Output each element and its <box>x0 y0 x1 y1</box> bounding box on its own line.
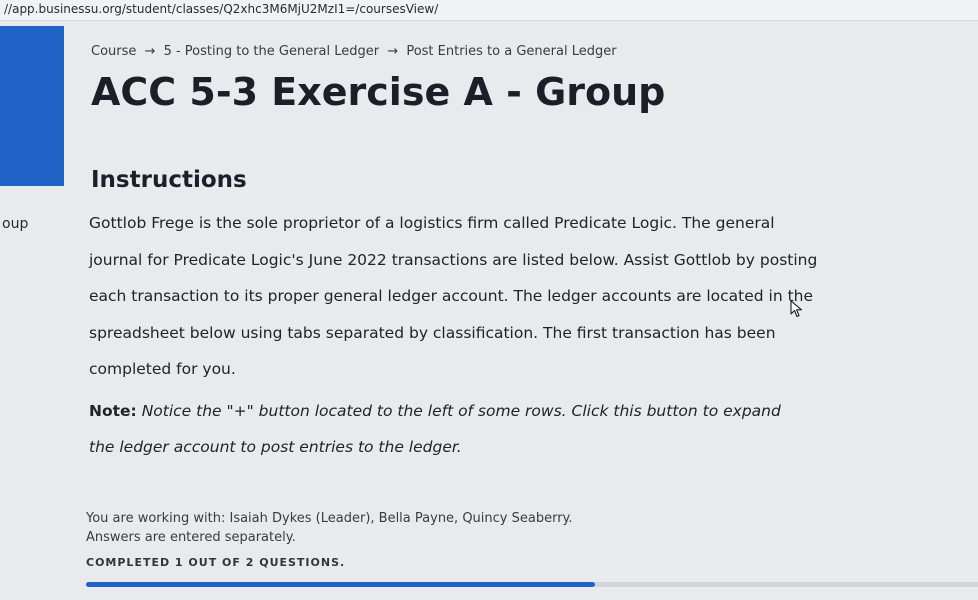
sidebar-active-item[interactable] <box>0 26 64 186</box>
note-label: Note: <box>89 402 137 420</box>
instructions-heading: Instructions <box>91 167 247 193</box>
group-info: You are working with: Isaiah Dykes (Lead… <box>86 509 573 547</box>
breadcrumb-separator: → <box>144 44 156 59</box>
breadcrumb-item-lesson[interactable]: Post Entries to a General Ledger <box>406 44 616 59</box>
mouse-cursor-icon <box>790 300 803 318</box>
breadcrumb-separator: → <box>387 44 399 59</box>
group-members: You are working with: Isaiah Dykes (Lead… <box>86 511 573 526</box>
progress-bar-fill <box>86 582 595 587</box>
page-title: ACC 5-3 Exercise A - Group <box>91 70 666 114</box>
breadcrumb: Course → 5 - Posting to the General Ledg… <box>91 44 617 59</box>
note-body: Notice the "+" button located to the lef… <box>89 402 781 456</box>
breadcrumb-item-course[interactable]: Course <box>91 44 136 59</box>
note-text: Note: Notice the "+" button located to t… <box>89 393 809 465</box>
sidebar-item-label[interactable]: oup <box>2 216 28 232</box>
main-content: Course → 5 - Posting to the General Ledg… <box>86 0 978 600</box>
answers-note: Answers are entered separately. <box>86 530 296 545</box>
instructions-text: Gottlob Frege is the sole proprietor of … <box>89 214 818 378</box>
progress-label: COMPLETED 1 OUT OF 2 QUESTIONS. <box>86 556 346 569</box>
progress-bar <box>86 582 978 587</box>
breadcrumb-item-chapter[interactable]: 5 - Posting to the General Ledger <box>164 44 380 59</box>
